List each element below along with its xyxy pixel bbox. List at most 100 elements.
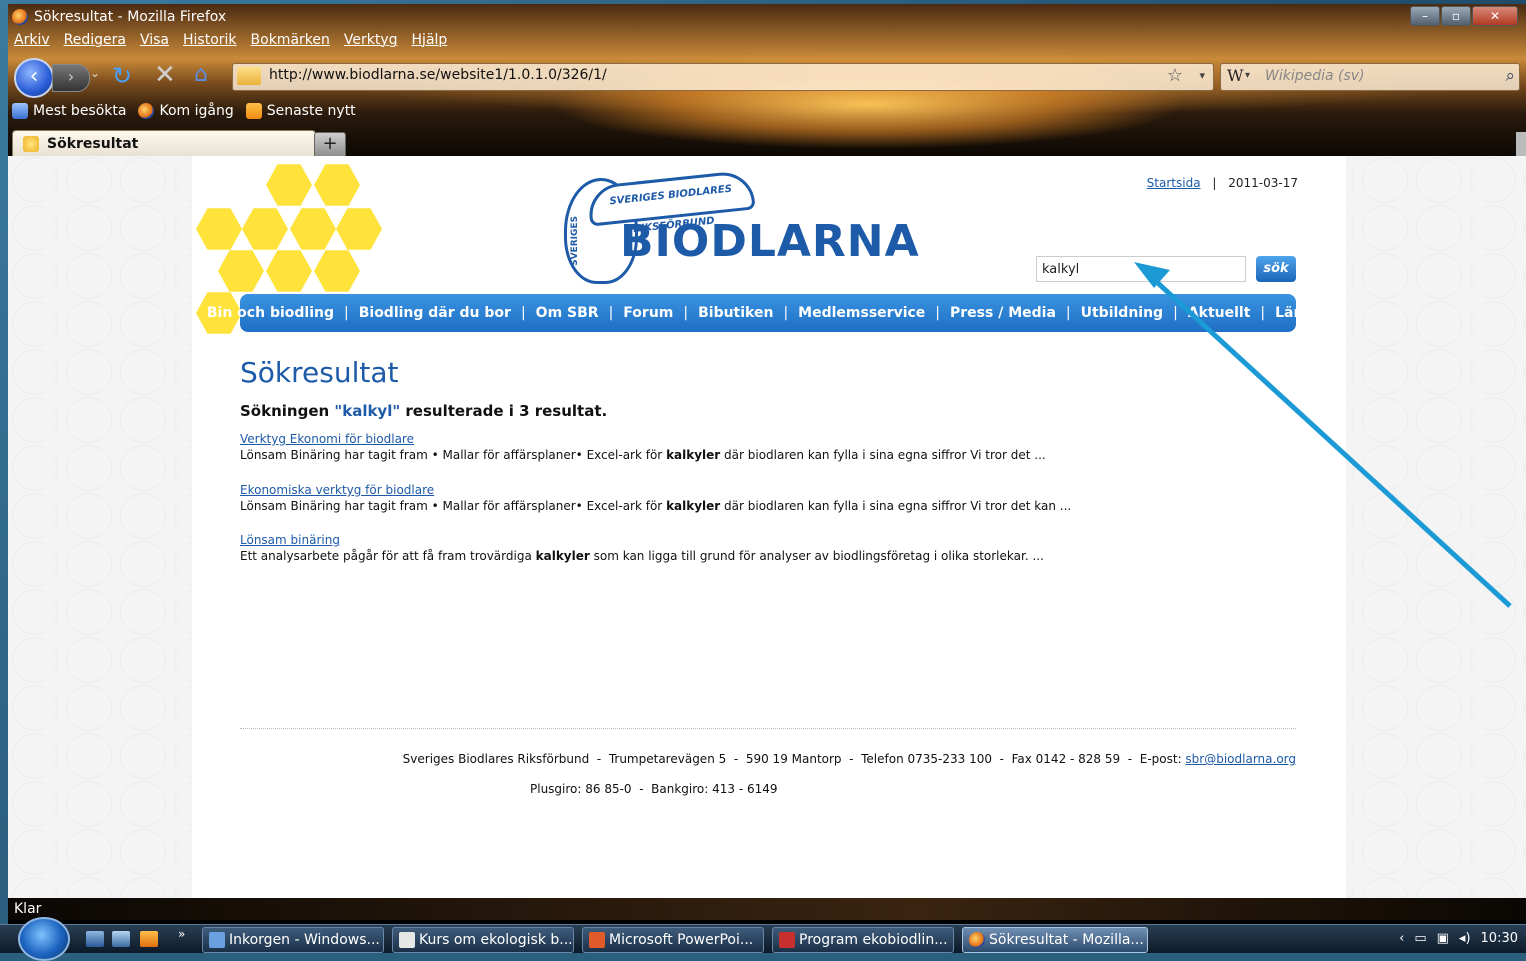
close-button[interactable]: ✕ — [1472, 6, 1518, 26]
honeycomb-cell — [266, 164, 312, 206]
search-query: "kalkyl" — [334, 402, 401, 420]
bookmark-star-icon[interactable]: ☆ — [1167, 65, 1183, 86]
menu-historik[interactable]: Historik — [183, 32, 237, 54]
honeycomb-cell — [290, 208, 336, 250]
nav-bibutiken[interactable]: Bibutiken — [698, 305, 773, 321]
bookmark-senaste-nytt[interactable]: Senaste nytt — [245, 100, 356, 122]
logo-vertical-text: SVERIGES — [570, 216, 580, 266]
reload-icon[interactable]: ↻ — [112, 62, 132, 90]
result-item: Verktyg Ekonomi för biodlare Lönsam Binä… — [240, 432, 1250, 462]
biodlarna-logo[interactable]: SVERIGES BIODLARES RIKSFÖRBUND SVERIGES … — [564, 169, 919, 284]
outlook-icon — [209, 932, 225, 948]
taskbar-item-outlook[interactable]: Inkorgen - Windows... — [202, 927, 384, 953]
search-button[interactable]: sök — [1256, 256, 1296, 282]
footer-divider — [240, 728, 1296, 729]
result-link[interactable]: Lönsam binäring — [240, 533, 1250, 547]
site-identity-icon[interactable] — [237, 67, 261, 85]
result-link[interactable]: Verktyg Ekonomi för biodlare — [240, 432, 1250, 446]
menu-arkiv[interactable]: Arkiv — [14, 32, 50, 54]
wikipedia-icon[interactable]: W — [1227, 66, 1243, 85]
nav-aktuellt[interactable]: Aktuellt — [1188, 305, 1251, 321]
start-button-icon[interactable] — [18, 917, 70, 961]
nav-utbildning[interactable]: Utbildning — [1081, 305, 1163, 321]
honeycomb-cell — [314, 164, 360, 206]
tab-list-button[interactable] — [1516, 132, 1526, 156]
tray-volume-icon[interactable]: ◂) — [1459, 925, 1471, 953]
browser-chrome: Sökresultat - Mozilla Firefox – ▫ ✕ Arki… — [8, 4, 1526, 158]
rss-icon — [245, 103, 262, 119]
taskbar-item-powerpoint[interactable]: Microsoft PowerPoi... — [582, 927, 764, 953]
engine-dropdown-icon[interactable]: ▾ — [1245, 70, 1250, 81]
clock[interactable]: 10:30 — [1481, 925, 1518, 953]
result-item: Ekonomiska verktyg för biodlare Lönsam B… — [240, 483, 1250, 513]
firefox-icon — [138, 103, 155, 119]
windows-taskbar: » Inkorgen - Windows... Kurs om ekologis… — [0, 917, 1526, 961]
page-title: Sökresultat — [240, 356, 399, 389]
quicklaunch-overflow-icon[interactable]: » — [178, 927, 185, 941]
page-viewport: SVERIGES BIODLARES RIKSFÖRBUND SVERIGES … — [8, 156, 1526, 898]
site-footer: Sveriges Biodlares Riksförbund - Trumpet… — [240, 738, 1296, 796]
mail-icon — [399, 932, 415, 948]
page-content: SVERIGES BIODLARES RIKSFÖRBUND SVERIGES … — [192, 156, 1346, 898]
search-placeholder[interactable]: Wikipedia (sv) — [1265, 68, 1365, 84]
result-item: Lönsam binäring Ett analysarbete pågår f… — [240, 533, 1250, 563]
maximize-button[interactable]: ▫ — [1441, 6, 1471, 26]
new-tab-button[interactable]: + — [314, 132, 346, 158]
address-bar[interactable]: http://www.biodlarna.se/website1/1.0.1.0… — [232, 63, 1214, 91]
honeycomb-cell — [218, 250, 264, 292]
taskbar-item-firefox[interactable]: Sökresultat - Mozilla... — [962, 927, 1148, 953]
tab-favicon — [23, 136, 39, 152]
tab-strip: Sökresultat + — [8, 128, 1526, 158]
honeycomb-cell — [314, 250, 360, 292]
honeycomb-cell — [336, 208, 382, 250]
nav-biodling-dar-du-bor[interactable]: Biodling där du bor — [359, 305, 511, 321]
stop-icon[interactable]: ✕ — [154, 60, 176, 90]
nav-medlemsservice[interactable]: Medlemsservice — [798, 305, 925, 321]
url-dropdown-icon[interactable]: ▾ — [1199, 69, 1205, 82]
menu-hjalp[interactable]: Hjälp — [412, 32, 448, 54]
show-desktop-icon[interactable] — [86, 931, 104, 947]
nav-forum[interactable]: Forum — [623, 305, 673, 321]
menu-bokmarken[interactable]: Bokmärken — [251, 32, 330, 54]
address-url[interactable]: http://www.biodlarna.se/website1/1.0.1.0… — [269, 67, 607, 83]
logo-wordmark: BIODLARNA — [620, 216, 920, 267]
footer-line-1: Sveriges Biodlares Riksförbund - Trumpet… — [402, 752, 1296, 766]
startsida-link[interactable]: Startsida — [1147, 176, 1201, 190]
nav-lankar[interactable]: Länkar — [1275, 305, 1329, 321]
menu-verktyg[interactable]: Verktyg — [344, 32, 398, 54]
firefox-icon — [12, 9, 28, 25]
media-player-icon[interactable] — [140, 931, 158, 947]
tab-sokresultat[interactable]: Sökresultat — [12, 130, 316, 157]
site-search-input[interactable]: kalkyl — [1036, 256, 1246, 282]
browser-search-box[interactable]: W ▾ Wikipedia (sv) ⌕ — [1220, 63, 1520, 91]
home-icon[interactable]: ⌂ — [194, 62, 208, 87]
tray-network-icon[interactable]: ▣ — [1437, 925, 1449, 953]
menu-visa[interactable]: Visa — [140, 32, 169, 54]
taskbar-item-mail[interactable]: Kurs om ekologisk b... — [392, 927, 574, 953]
nav-bin-och-biodling[interactable]: Bin och biodling — [207, 305, 334, 321]
footer-line-2: Plusgiro: 86 85-0 - Bankgiro: 413 - 6149 — [530, 782, 778, 796]
honeycomb-cell — [242, 208, 288, 250]
back-arrow-icon[interactable]: ‹ — [14, 58, 54, 98]
taskbar-item-pdf[interactable]: Program ekobiodlin... — [772, 927, 954, 953]
tray-display-icon[interactable]: ▭ — [1414, 925, 1426, 953]
search-icon[interactable]: ⌕ — [1505, 66, 1515, 86]
switch-windows-icon[interactable] — [112, 931, 130, 947]
bookmark-page-icon — [12, 103, 28, 119]
bookmarks-toolbar: Mest besökta Kom igång Senaste nytt — [12, 100, 362, 122]
bookmark-kom-igang[interactable]: Kom igång — [138, 100, 234, 122]
tray-expand-icon[interactable]: ‹ — [1399, 925, 1404, 953]
result-link[interactable]: Ekonomiska verktyg för biodlare — [240, 483, 1250, 497]
nav-press-media[interactable]: Press / Media — [950, 305, 1056, 321]
status-bar: Klar — [8, 898, 1526, 920]
current-date: 2011-03-17 — [1228, 176, 1298, 190]
menu-redigera[interactable]: Redigera — [64, 32, 126, 54]
nav-om-sbr[interactable]: Om SBR — [536, 305, 599, 321]
top-links: Startsida | 2011-03-17 — [1146, 176, 1298, 190]
history-dropdown-icon[interactable]: ⌄ — [90, 66, 100, 80]
email-link[interactable]: sbr@biodlarna.org — [1185, 752, 1296, 766]
forward-arrow-icon[interactable]: › — [52, 64, 90, 92]
bookmark-mest-besokta[interactable]: Mest besökta — [12, 100, 126, 122]
pdf-icon — [779, 932, 795, 948]
minimize-button[interactable]: – — [1410, 6, 1440, 26]
